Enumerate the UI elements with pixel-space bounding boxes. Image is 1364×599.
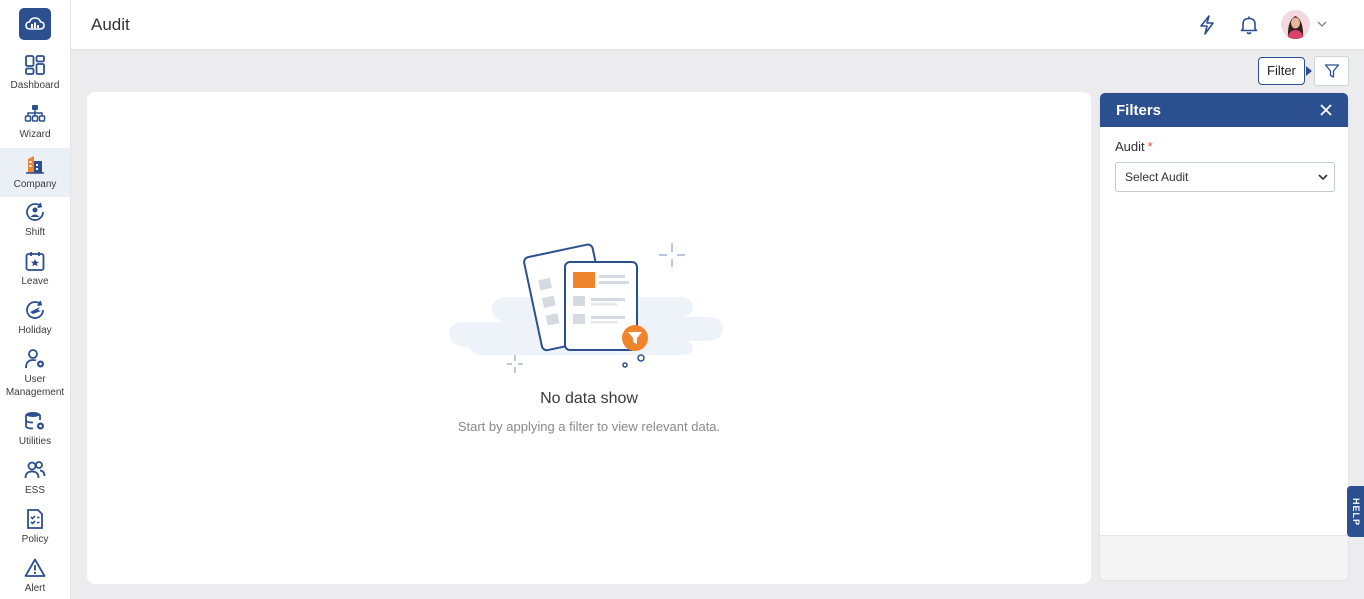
cloud-logo-icon (25, 17, 45, 30)
sidebar-item-alert[interactable]: Alert (0, 557, 70, 599)
holiday-icon (26, 300, 44, 319)
quick-actions-button[interactable] (1196, 14, 1218, 36)
sidebar-item-shift[interactable]: Shift (0, 201, 70, 243)
sidebar-item-leave[interactable]: Leave (0, 250, 70, 292)
empty-state-title: No data show (540, 390, 638, 407)
help-tab-label: HELP (1350, 497, 1361, 526)
alert-icon (24, 558, 46, 577)
sidebar-item-ess[interactable]: ESS (0, 459, 70, 501)
profile-menu-toggle[interactable] (1316, 17, 1328, 35)
sidebar-item-label: Policy (21, 534, 49, 545)
shift-icon (26, 202, 44, 221)
leave-icon (25, 252, 45, 271)
lightning-icon (1200, 15, 1214, 35)
sidebar-item-label: Shift (24, 227, 45, 238)
sidebar-item-label: Wizard (19, 129, 51, 140)
chevron-down-icon (1317, 21, 1327, 27)
required-mark: * (1147, 139, 1153, 154)
empty-state-illustration-icon (449, 243, 723, 373)
sidebar-item-holiday[interactable]: Holiday (0, 299, 70, 341)
user-management-icon (25, 349, 44, 369)
tooltip-arrow (1306, 66, 1312, 76)
sidebar-item-dashboard[interactable]: Dashboard (0, 54, 70, 96)
sidebar-item-wizard[interactable]: Wizard (0, 103, 70, 145)
sidebar-item-label: Alert (24, 583, 46, 594)
bell-icon (1240, 16, 1258, 35)
audit-select[interactable]: Select Audit (1115, 162, 1335, 192)
filter-toggle-button[interactable] (1314, 56, 1349, 86)
chevron-down-icon (1318, 174, 1328, 181)
close-filters-button[interactable] (1318, 102, 1334, 118)
help-tab[interactable]: HELP (1347, 486, 1364, 537)
notifications-button[interactable] (1238, 14, 1260, 36)
sidebar-item-label: Utilities (18, 436, 52, 447)
avatar[interactable] (1281, 10, 1310, 39)
sidebar-item-label: Dashboard (10, 80, 60, 91)
sidebar-item-company[interactable]: Company (0, 148, 70, 197)
filters-panel: Filters Audit * Select Audit (1099, 92, 1349, 581)
empty-state-subtitle: Start by applying a filter to view relev… (457, 419, 721, 434)
sidebar-item-label: User Management (5, 374, 65, 398)
filters-title: Filters (1116, 101, 1162, 119)
company-icon (26, 156, 44, 174)
filters-footer (1100, 535, 1348, 580)
sidebar-item-utilities[interactable]: Utilities (0, 410, 70, 452)
filters-header: Filters (1100, 93, 1348, 127)
sidebar-item-label: Leave (21, 276, 49, 287)
audit-field-label: Audit * (1115, 139, 1153, 154)
top-header: Audit (71, 0, 1364, 50)
audit-label-text: Audit (1115, 139, 1145, 154)
audit-select-value: Select Audit (1125, 170, 1189, 184)
app-logo[interactable] (19, 8, 51, 40)
sidebar-item-label: ESS (24, 485, 45, 496)
dashboard-icon (25, 55, 45, 75)
sidebar-item-policy[interactable]: Policy (0, 508, 70, 550)
sidebar-item-user-management[interactable]: User Management (0, 348, 70, 400)
policy-icon (27, 509, 43, 529)
sidebar: Dashboard Wizard Company Shift Leave Hol… (0, 0, 71, 599)
user-avatar-icon (1281, 10, 1310, 39)
wizard-icon (24, 105, 46, 122)
filter-tooltip: Filter (1258, 57, 1305, 85)
close-icon (1320, 104, 1332, 116)
funnel-icon (1324, 64, 1339, 78)
utilities-icon (25, 412, 44, 430)
sidebar-item-label: Holiday (18, 325, 52, 336)
sidebar-item-label: Company (13, 179, 57, 190)
ess-icon (24, 461, 46, 479)
main-content-card: No data show Start by applying a filter … (87, 92, 1091, 584)
page-title: Audit (91, 15, 130, 34)
